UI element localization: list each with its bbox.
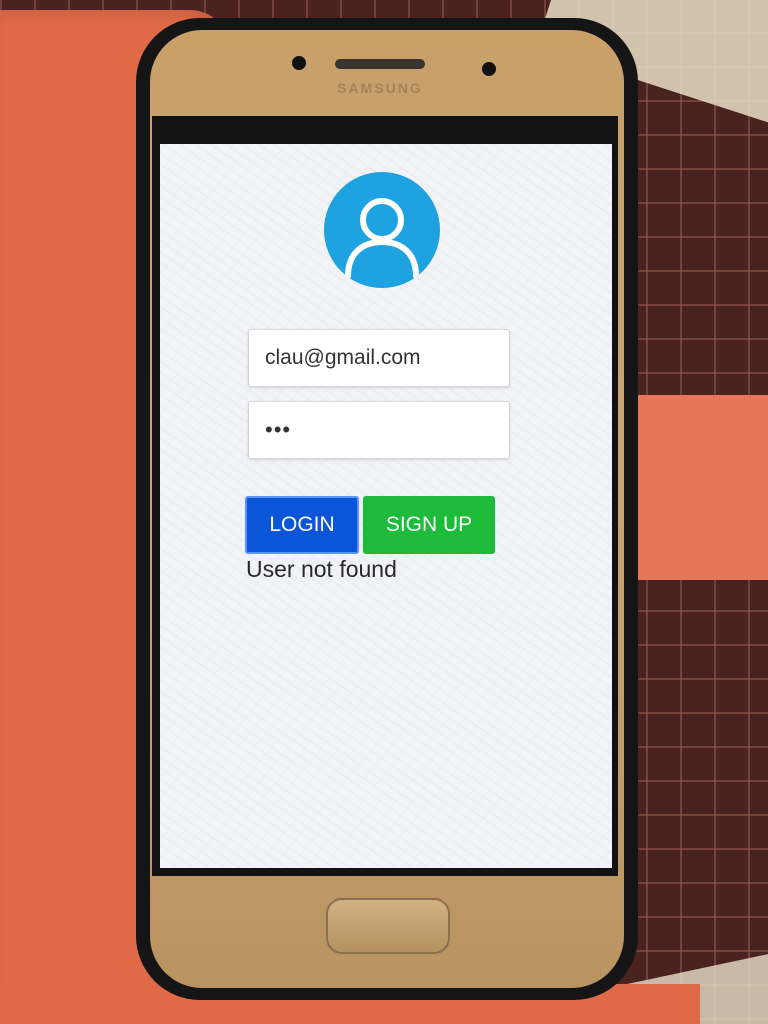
login-button[interactable]: LOGIN <box>245 496 359 554</box>
user-avatar <box>324 172 440 288</box>
photo-scene: SAMSUNG clau@gmail.com ••• LOGIN SIGN UP… <box>0 0 768 1024</box>
signup-button-label: SIGN UP <box>385 513 473 536</box>
email-value: clau@gmail.com <box>265 346 421 369</box>
password-value: ••• <box>265 417 292 442</box>
user-icon <box>345 198 419 279</box>
signup-button[interactable]: SIGN UP <box>363 496 495 554</box>
home-button[interactable] <box>326 898 450 954</box>
error-message: User not found <box>246 556 397 582</box>
email-field[interactable]: clau@gmail.com <box>248 329 510 387</box>
brand-logo: SAMSUNG <box>337 80 423 96</box>
login-button-label: LOGIN <box>269 513 335 536</box>
sensor-icon <box>482 62 496 76</box>
earpiece-speaker <box>335 59 425 69</box>
password-field[interactable]: ••• <box>248 401 510 459</box>
app-screen: clau@gmail.com ••• LOGIN SIGN UP User no… <box>160 144 612 868</box>
front-camera-icon <box>292 56 306 70</box>
